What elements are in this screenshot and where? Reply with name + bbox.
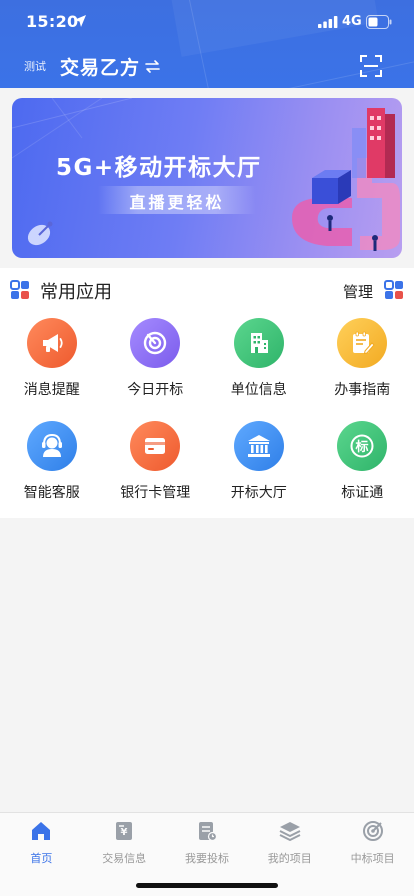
app-label: 消息提醒 bbox=[23, 382, 80, 398]
app-icon-circle bbox=[233, 318, 284, 368]
network-label: 4G bbox=[342, 14, 362, 29]
banner-title: 5G+移动开标大厅 bbox=[56, 155, 262, 181]
banner-area: 5G+移动开标大厅 直播更轻松 bbox=[0, 88, 414, 264]
svg-text:标: 标 bbox=[355, 439, 369, 455]
app-icon-circle bbox=[26, 421, 77, 471]
bottom-tab-bar: 首页 ¥ 交易信息 我要投标 我的项目 中标项目 bbox=[0, 812, 414, 896]
org-switcher[interactable]: 交易乙方 bbox=[60, 53, 140, 80]
signal-icon bbox=[318, 16, 338, 28]
section-title: 常用应用 bbox=[40, 282, 112, 303]
bid-doc-icon bbox=[198, 822, 218, 842]
megaphone-icon bbox=[42, 334, 63, 352]
app-bank-card-management[interactable]: 银行卡管理 bbox=[104, 421, 208, 524]
app-label: 单位信息 bbox=[230, 382, 287, 398]
app-bid-opening-hall[interactable]: 开标大厅 bbox=[207, 421, 311, 524]
banner-subtitle: 直播更轻松 bbox=[129, 193, 225, 212]
app-label: 标证通 bbox=[341, 485, 384, 501]
app-icon-circle bbox=[130, 421, 181, 471]
status-time: 15:20 bbox=[26, 12, 79, 31]
tab-label: 首页 bbox=[30, 852, 53, 865]
app-message-reminder[interactable]: 消息提醒 bbox=[0, 318, 104, 421]
manage-button[interactable]: 管理 bbox=[343, 281, 373, 302]
app-icon-circle: 标 bbox=[337, 421, 388, 471]
status-bar: 15:20 4G bbox=[0, 0, 414, 44]
target-icon bbox=[362, 821, 383, 841]
app-label: 银行卡管理 bbox=[120, 485, 191, 501]
tab-label: 交易信息 bbox=[102, 852, 147, 865]
radar-icon bbox=[144, 331, 167, 355]
biaozhengtong-icon: 标 bbox=[350, 434, 374, 458]
tab-trade-info[interactable]: ¥ 交易信息 bbox=[83, 813, 166, 869]
location-arrow-icon bbox=[74, 15, 86, 27]
environment-tag: 测试 bbox=[24, 60, 46, 73]
layers-icon bbox=[279, 822, 301, 841]
app-grid: 消息提醒 今日开标 单位信息 办事指南 智能客服 银行卡管理 开标大厅 标 标证… bbox=[0, 318, 414, 524]
tab-label: 中标项目 bbox=[350, 852, 395, 865]
hall-icon bbox=[247, 435, 270, 457]
common-apps-section: 常用应用 管理 消息提醒 今日开标 单位信息 办事指南 智能客服 银行卡管理 开… bbox=[0, 268, 414, 518]
app-biaozhengtong[interactable]: 标 标证通 bbox=[311, 421, 414, 524]
grid-manage-icon[interactable] bbox=[384, 280, 404, 300]
home-indicator bbox=[136, 883, 278, 888]
grid-apps-icon bbox=[10, 280, 29, 299]
tab-won-projects[interactable]: 中标项目 bbox=[331, 813, 414, 869]
tab-label: 我的项目 bbox=[267, 852, 312, 865]
svg-text:¥: ¥ bbox=[121, 827, 128, 838]
tab-label: 我要投标 bbox=[184, 852, 229, 865]
battery-icon bbox=[366, 15, 392, 29]
app-today-bid-opening[interactable]: 今日开标 bbox=[104, 318, 208, 421]
satellite-dish-icon bbox=[27, 221, 53, 246]
app-label: 办事指南 bbox=[334, 382, 391, 398]
5g-illustration bbox=[292, 108, 400, 251]
app-icon-circle bbox=[26, 318, 77, 368]
home-icon bbox=[32, 822, 51, 840]
app-service-guide[interactable]: 办事指南 bbox=[311, 318, 414, 421]
app-label: 智能客服 bbox=[23, 485, 80, 501]
nav-bar: 测试 交易乙方 bbox=[0, 44, 414, 88]
app-label: 开标大厅 bbox=[230, 485, 287, 501]
headset-icon bbox=[41, 433, 62, 457]
tab-my-projects[interactable]: 我的项目 bbox=[248, 813, 331, 869]
app-icon-circle bbox=[337, 318, 388, 368]
guide-note-icon bbox=[353, 331, 375, 355]
tab-home[interactable]: 首页 bbox=[0, 813, 83, 869]
tab-bid[interactable]: 我要投标 bbox=[166, 813, 249, 869]
app-icon-circle bbox=[130, 318, 181, 368]
app-label: 今日开标 bbox=[127, 382, 184, 398]
header: 15:20 4G 测试 交易乙方 bbox=[0, 0, 414, 88]
app-smart-customer-service[interactable]: 智能客服 bbox=[0, 421, 104, 524]
promo-banner[interactable]: 5G+移动开标大厅 直播更轻松 bbox=[12, 98, 402, 258]
scan-icon[interactable] bbox=[360, 55, 382, 77]
switch-arrows-icon[interactable] bbox=[145, 59, 160, 74]
building-icon bbox=[250, 333, 268, 353]
bank-card-icon bbox=[145, 438, 166, 454]
trade-doc-icon: ¥ bbox=[116, 822, 133, 840]
app-icon-circle bbox=[233, 421, 284, 471]
app-company-info[interactable]: 单位信息 bbox=[207, 318, 311, 421]
